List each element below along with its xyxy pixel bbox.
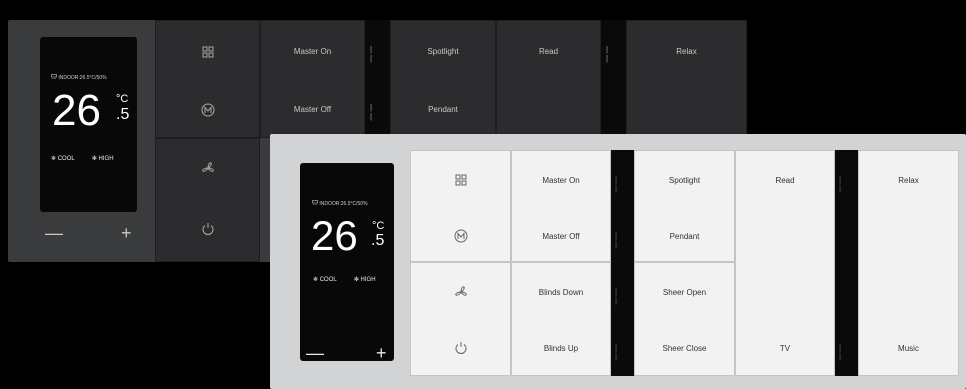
read-button[interactable]: Read (496, 20, 601, 138)
ac-unit-icon (51, 74, 57, 79)
master-on-label: Master On (542, 176, 580, 185)
indicator-bars: | | (839, 343, 847, 361)
decrease-temp-button[interactable]: — (306, 343, 324, 364)
scene-icon-button[interactable] (155, 20, 260, 138)
blinds-up-label: Blinds Up (543, 344, 579, 353)
master-off-label: Master Off (293, 105, 332, 114)
m-circle-icon (156, 103, 259, 122)
thermostat-display: INDOOR:26.5°C/50% 26 °C .5 ❄ COOL ✻ HIGH (300, 163, 394, 361)
indicator-bars: | | (370, 103, 378, 121)
climate-icon-button[interactable] (410, 262, 511, 376)
scene-icon-button[interactable] (410, 150, 511, 262)
indicator-bars: | | (615, 343, 623, 361)
fan-speed-label: HIGH (360, 277, 376, 283)
fan-icon (411, 285, 510, 304)
indoor-status-text: INDOOR:26.5°C/50% (319, 201, 368, 207)
fan-icon (156, 161, 259, 180)
snowflake-icon: ❄ (51, 156, 57, 162)
indicator-bars: | | (370, 45, 378, 63)
master-off-label: Master Off (542, 232, 580, 241)
divider-strip: | | | | | | | | (611, 150, 634, 376)
music-label: Music (898, 344, 919, 353)
grid-icon (411, 173, 510, 191)
relax-music-button[interactable]: Relax Music (858, 150, 959, 376)
ac-unit-icon (312, 200, 318, 205)
indicator-bars: | | (615, 175, 623, 193)
power-icon (411, 341, 510, 360)
mode-label: COOL (57, 156, 75, 162)
spotlight-pendant-button[interactable]: Spotlight Pendant (634, 150, 735, 262)
spotlight-label: Spotlight (668, 176, 701, 185)
read-tv-button[interactable]: Read TV (735, 150, 835, 376)
grid-icon (156, 45, 259, 63)
divider-strip: | | | | (835, 150, 858, 376)
read-label: Read (775, 176, 795, 185)
temperature-value: 26 (311, 212, 358, 259)
tv-label: TV (779, 344, 791, 353)
sheer-close-label: Sheer Close (662, 344, 707, 353)
thermostat-display: INDOOR:26.5°C/50% 26 °C .5 ❄ COOL ✻ HIGH (40, 37, 137, 212)
indicator-bars: | | (839, 175, 847, 193)
temperature-unit: °C (116, 93, 129, 105)
fan-speed-icon: ✻ (353, 277, 359, 283)
m-circle-icon (411, 229, 510, 248)
mode-row: ❄ COOL ✻ HIGH (51, 155, 114, 162)
master-button[interactable]: Master On Master Off (260, 20, 365, 138)
master-on-label: Master On (293, 47, 332, 56)
indoor-status-text: INDOOR:26.5°C/50% (58, 75, 107, 81)
climate-icon-button[interactable] (155, 138, 260, 262)
increase-temp-button[interactable]: + (376, 343, 387, 364)
relax-label: Relax (898, 176, 919, 185)
divider-strip: | | (601, 20, 626, 138)
temperature-unit: °C (372, 220, 385, 232)
spotlight-pendant-button[interactable]: Spotlight Pendant (390, 20, 496, 138)
pendant-label: Pendant (428, 105, 458, 114)
blinds-button[interactable]: Blinds Down Blinds Up (511, 262, 611, 376)
temperature-decimal: .5 (371, 232, 385, 249)
mode-label: COOL (319, 277, 337, 283)
relax-label: Relax (676, 47, 697, 56)
fan-speed-label: HIGH (98, 156, 114, 162)
indicator-bars: | | (615, 287, 623, 305)
indicator-bars: | | (615, 231, 623, 249)
relax-button[interactable]: Relax (626, 20, 747, 138)
indicator-bars: | | (606, 45, 614, 63)
master-button[interactable]: Master On Master Off (511, 150, 611, 262)
read-label: Read (538, 47, 559, 56)
indoor-status: INDOOR:26.5°C/50% (312, 200, 368, 207)
increase-temp-button[interactable]: + (121, 223, 132, 244)
fan-speed-icon: ✻ (91, 156, 97, 162)
temperature-decimal: .5 (116, 106, 130, 123)
mode-row: ❄ COOL ✻ HIGH (313, 276, 376, 283)
spotlight-label: Spotlight (427, 47, 459, 56)
sheer-open-label: Sheer Open (662, 288, 707, 297)
pendant-label: Pendant (669, 232, 700, 241)
power-icon (156, 222, 259, 241)
indoor-status: INDOOR:26.5°C/50% (51, 74, 107, 81)
light-switch-panel: INDOOR:26.5°C/50% 26 °C .5 ❄ COOL ✻ HIGH… (270, 134, 966, 389)
decrease-temp-button[interactable]: — (45, 223, 63, 244)
blinds-down-label: Blinds Down (538, 288, 584, 297)
temperature-value: 26 (52, 86, 101, 135)
divider-strip: | | | | (365, 20, 390, 138)
sheer-button[interactable]: Sheer Open Sheer Close (634, 262, 735, 376)
snowflake-icon: ❄ (313, 277, 319, 283)
